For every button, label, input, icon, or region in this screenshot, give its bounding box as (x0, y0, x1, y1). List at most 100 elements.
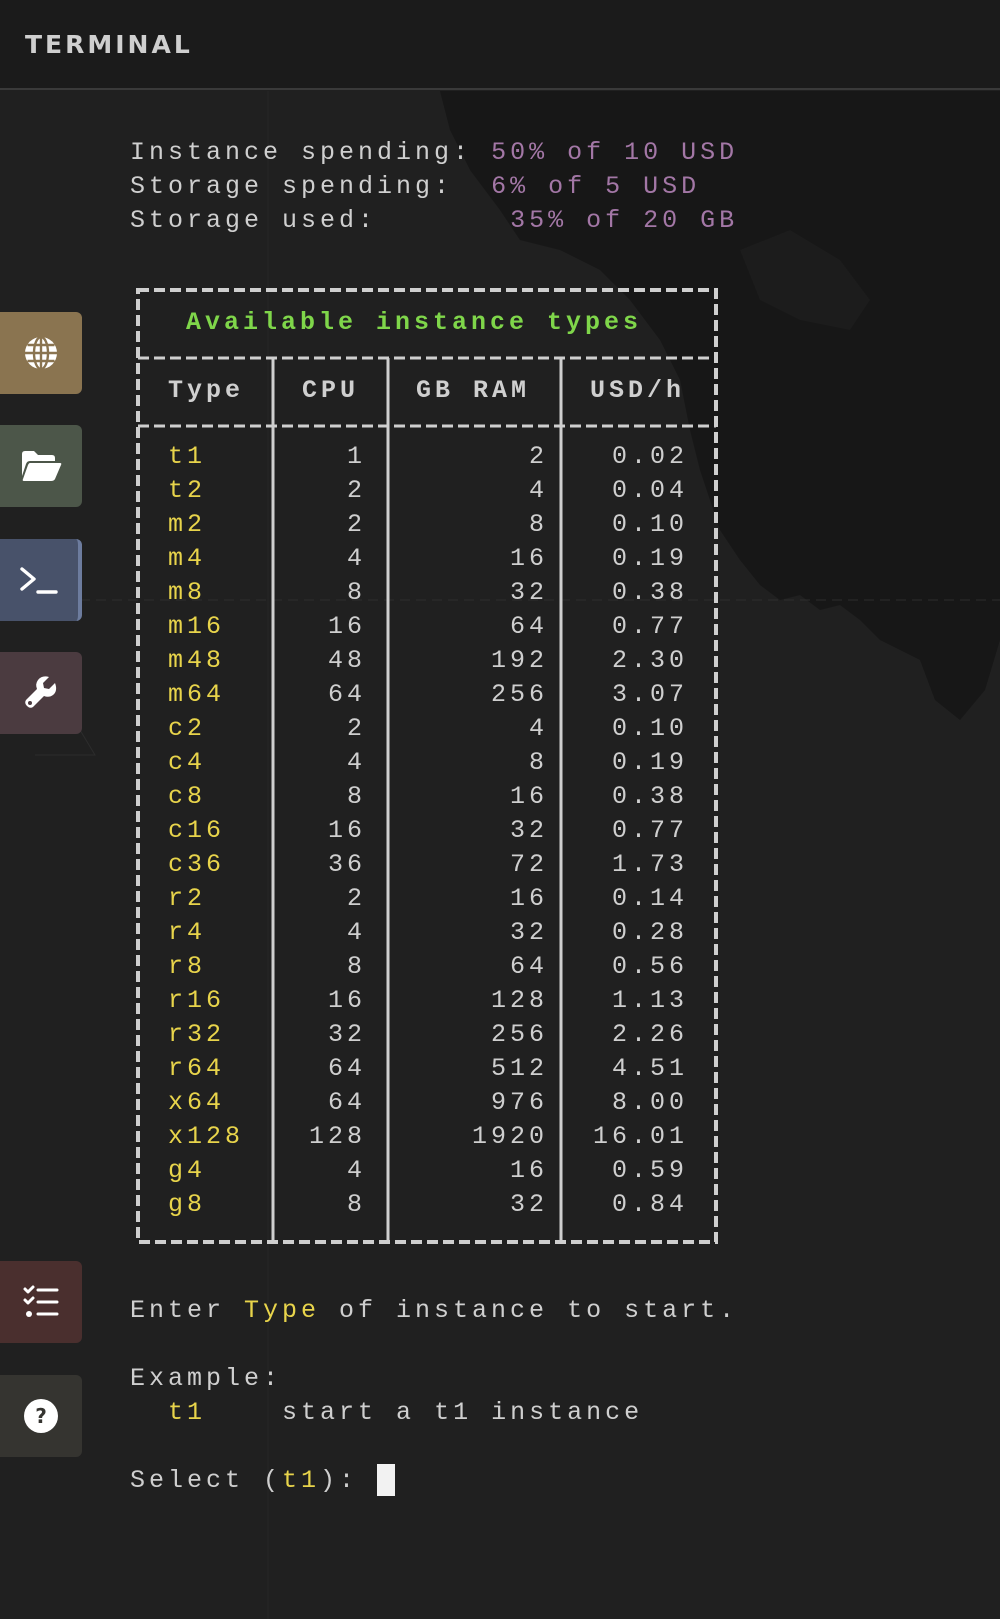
instance-types-table: Available instance types Type CPU GB RAM… (136, 288, 718, 1244)
cell-type: m2 (168, 510, 207, 539)
terminal-header: TERMINAL (0, 0, 1000, 90)
cell-ram: 1920 (471, 1122, 548, 1151)
cell-ram: 4 (528, 476, 548, 505)
cell-type: c4 (168, 748, 207, 777)
cell-cpu: 16 (327, 986, 366, 1015)
cell-cpu: 2 (346, 510, 366, 539)
cell-ram: 256 (490, 1020, 548, 1049)
cell-type: m64 (168, 680, 226, 709)
table-title: Available instance types (186, 308, 643, 337)
svg-text:?: ? (35, 1404, 47, 1428)
cell-cpu: 4 (346, 918, 366, 947)
cell-cpu: 2 (346, 714, 366, 743)
cell-price: 0.59 (611, 1156, 688, 1185)
select-prompt[interactable]: Select (t1): (130, 1464, 396, 1498)
cell-price: 4.51 (611, 1054, 688, 1083)
cell-cpu: 64 (327, 1088, 366, 1117)
cell-ram: 16 (509, 884, 548, 913)
cell-ram: 64 (509, 612, 548, 641)
cell-cpu: 8 (346, 782, 366, 811)
text-cursor[interactable] (377, 1464, 396, 1497)
cell-price: 0.56 (611, 952, 688, 981)
cell-ram: 64 (509, 952, 548, 981)
cell-type: r32 (168, 1020, 226, 1049)
sidebar-item-wrench[interactable] (0, 652, 82, 734)
sidebar-item-terminal[interactable] (0, 539, 82, 621)
cell-cpu: 4 (346, 748, 366, 777)
column-header-type: Type (168, 376, 245, 405)
cell-cpu: 16 (327, 612, 366, 641)
example-label: Example: (130, 1364, 283, 1393)
cell-cpu: 8 (346, 1190, 366, 1219)
spending-label: Storage used: (130, 206, 378, 235)
cell-price: 0.38 (611, 578, 688, 607)
cell-price: 0.77 (611, 816, 688, 845)
column-header-ram: GB RAM (416, 376, 531, 405)
cell-cpu: 64 (327, 1054, 366, 1083)
cell-type: m48 (168, 646, 226, 675)
checklist-icon (23, 1285, 59, 1317)
cell-type: t1 (168, 442, 207, 471)
cell-ram: 32 (509, 1190, 548, 1219)
cell-ram: 72 (509, 850, 548, 879)
cell-price: 8.00 (611, 1088, 688, 1117)
cell-price: 0.38 (611, 782, 688, 811)
cell-ram: 976 (490, 1088, 548, 1117)
help-icon: ? (24, 1399, 58, 1433)
cell-type: m4 (168, 544, 207, 573)
cell-type: r64 (168, 1054, 226, 1083)
terminal-prompt-icon (20, 567, 58, 594)
spending-line-storage: Storage spending: 6% of 5 USD (130, 170, 700, 204)
cell-cpu: 32 (327, 1020, 366, 1049)
cell-price: 2.26 (611, 1020, 688, 1049)
cell-price: 16.01 (592, 1122, 688, 1151)
cell-cpu: 36 (327, 850, 366, 879)
cell-price: 3.07 (611, 680, 688, 709)
sidebar-item-checklist[interactable] (0, 1261, 82, 1343)
cell-ram: 192 (490, 646, 548, 675)
globe-icon (25, 335, 57, 371)
cell-ram: 32 (509, 918, 548, 947)
spending-line-storage-used: Storage used: 35% of 20 GB (130, 204, 738, 238)
sidebar-item-globe[interactable] (0, 312, 82, 394)
cell-price: 2.30 (611, 646, 688, 675)
sidebar-item-folder[interactable] (0, 425, 82, 507)
cell-ram: 8 (528, 510, 548, 539)
instruction-line: Enter Type of instance to start. (130, 1294, 738, 1328)
spending-line-instance: Instance spending: 50% of 10 USD (130, 136, 738, 170)
spending-value: 6% of 5 USD (491, 172, 701, 201)
cell-cpu: 2 (346, 476, 366, 505)
instruction-prefix: Enter (130, 1296, 245, 1325)
spending-value: 35% of 20 GB (510, 206, 739, 235)
cell-ram: 128 (490, 986, 548, 1015)
instruction-keyword: Type (244, 1296, 321, 1325)
cell-ram: 32 (509, 578, 548, 607)
cell-price: 0.28 (611, 918, 688, 947)
column-header-cpu: CPU (302, 376, 360, 405)
cell-type: c16 (168, 816, 226, 845)
cell-type: t2 (168, 476, 207, 505)
cell-type: x128 (168, 1122, 245, 1151)
cell-price: 0.10 (611, 714, 688, 743)
cell-cpu: 8 (346, 952, 366, 981)
cell-price: 0.02 (611, 442, 688, 471)
cell-price: 0.77 (611, 612, 688, 641)
sidebar-item-help[interactable]: ? (0, 1375, 82, 1457)
cell-type: g8 (168, 1190, 207, 1219)
example-description: start a t1 instance (282, 1398, 644, 1427)
cell-cpu: 48 (327, 646, 366, 675)
cell-cpu: 2 (346, 884, 366, 913)
cell-cpu: 8 (346, 578, 366, 607)
prompt-suffix: ): (320, 1466, 378, 1495)
example-command: t1 (168, 1398, 207, 1427)
cell-type: c36 (168, 850, 226, 879)
folder-open-icon (22, 451, 62, 481)
cell-ram: 32 (509, 816, 548, 845)
cell-cpu: 4 (346, 544, 366, 573)
cell-cpu: 128 (308, 1122, 366, 1151)
header-title: TERMINAL (25, 30, 193, 59)
cell-cpu: 4 (346, 1156, 366, 1185)
cell-price: 0.84 (611, 1190, 688, 1219)
cell-price: 0.19 (611, 748, 688, 777)
column-header-price: USD/h (590, 376, 686, 405)
